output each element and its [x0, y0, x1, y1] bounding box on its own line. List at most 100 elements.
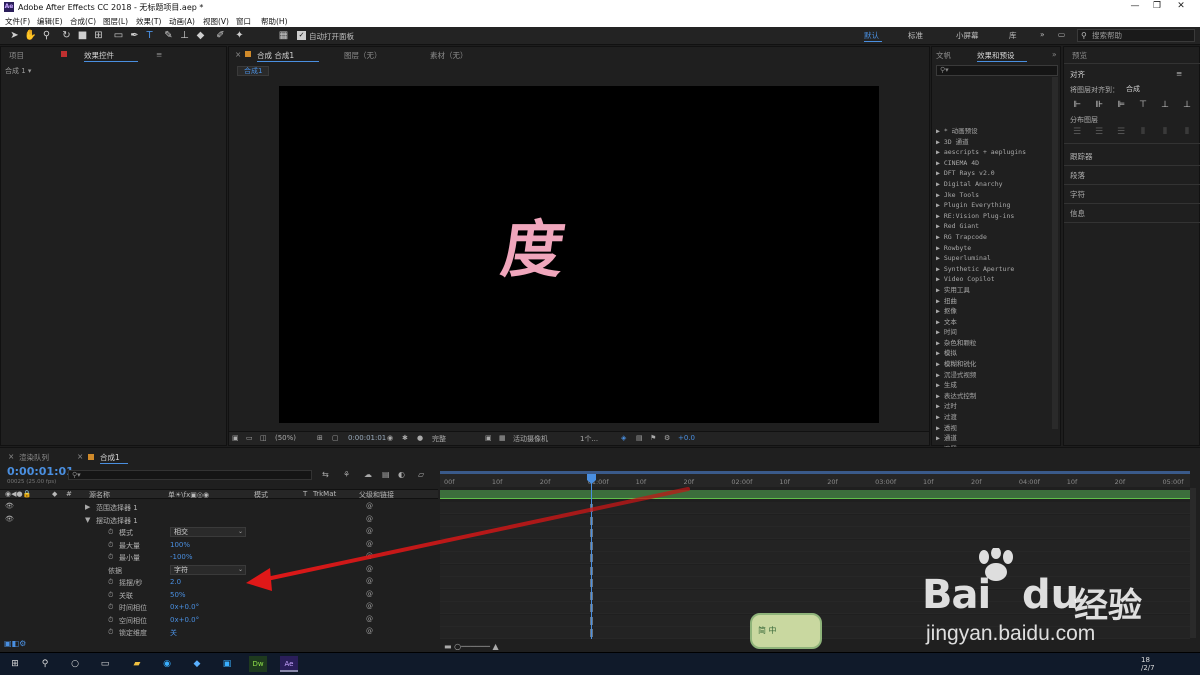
stopwatch-icon[interactable]: ⏱	[108, 628, 113, 637]
snapping-icon[interactable]: ▦	[277, 29, 290, 42]
effects-category-item[interactable]: ▶ 扭曲	[936, 296, 1052, 307]
close-render-icon[interactable]: ×	[8, 452, 14, 461]
effects-search-input[interactable]: ⚲▾	[936, 65, 1058, 76]
zoom-tool-icon[interactable]: ⚲	[40, 29, 53, 42]
search-help-input[interactable]: 搜索帮助	[1077, 29, 1195, 42]
after-effects-icon[interactable]: Ae	[280, 656, 298, 672]
puppet-tool-icon[interactable]: ✦	[233, 29, 246, 42]
distribute-right-icon[interactable]: ⦀	[1182, 127, 1192, 137]
pan-behind-tool-icon[interactable]: ⊞	[92, 29, 105, 42]
timeline-property-row[interactable]: ⏱ 空间相位 0x+0.0° @	[0, 615, 438, 628]
property-dropdown[interactable]: 字符	[170, 564, 246, 575]
effects-category-item[interactable]: ▶ RG Trapcode	[936, 232, 1052, 243]
quality-dropdown[interactable]: 完整	[432, 434, 446, 444]
layer-duration-bar[interactable]	[440, 490, 1190, 499]
effects-category-item[interactable]: ▶ Synthetic Aperture	[936, 264, 1052, 275]
property-value[interactable]: 0x+0.0°	[170, 616, 199, 624]
effects-scrollbar[interactable]	[1052, 77, 1058, 429]
effects-category-item[interactable]: ▶ 生成	[936, 380, 1052, 391]
windows-icon[interactable]: ⊞	[6, 656, 24, 672]
property-value[interactable]: 50%	[170, 591, 186, 599]
property-value[interactable]: -100%	[170, 553, 193, 561]
rotate-tool-icon[interactable]: ↻	[60, 29, 73, 42]
workspace-default[interactable]: 默认	[864, 30, 879, 41]
graph-editor-icon[interactable]: ▱	[418, 470, 424, 479]
effects-category-item[interactable]: ▶ Jke Tools	[936, 190, 1052, 201]
maximize-icon[interactable]: ❐	[1150, 1, 1164, 13]
distribute-left-icon[interactable]: ⦀	[1138, 127, 1148, 137]
align-vcenter-icon[interactable]: ⊥	[1160, 100, 1170, 110]
tab-effect-controls[interactable]: 效果控件	[84, 50, 114, 61]
align-bottom-icon[interactable]: ⊥	[1182, 100, 1192, 110]
property-dropdown[interactable]: 相交	[170, 527, 246, 537]
pickwhip-icon[interactable]: @	[366, 602, 373, 610]
pickwhip-icon[interactable]: @	[366, 565, 373, 573]
camera-dropdown[interactable]: 活动摄像机	[513, 434, 548, 444]
effects-category-item[interactable]: ▶ Rowbyte	[936, 243, 1052, 254]
tab-project[interactable]: 项目	[9, 50, 24, 61]
visibility-eye-icon[interactable]: 👁	[5, 515, 14, 523]
effects-category-item[interactable]: ▶ 过时	[936, 401, 1052, 412]
grid-icon[interactable]: ⊞	[317, 434, 323, 442]
align-left-icon[interactable]: ⊩	[1072, 100, 1082, 110]
stopwatch-icon[interactable]: ⏱	[108, 578, 113, 587]
task-view-icon[interactable]: ▭	[96, 656, 114, 672]
effects-category-item[interactable]: ▶ Superluminal	[936, 253, 1052, 264]
search-icon[interactable]: ⚲	[36, 656, 54, 672]
tab-timeline-comp[interactable]: 合成1	[100, 452, 120, 463]
effects-category-item[interactable]: ▶ Plugin Everything	[936, 200, 1052, 211]
snapshot-icon[interactable]: ◉	[387, 434, 393, 442]
effects-category-item[interactable]: ▶ 3D 通道	[936, 137, 1052, 148]
pickwhip-icon[interactable]: @	[366, 527, 373, 535]
flowchart-icon[interactable]: ⚑	[650, 434, 656, 442]
timeline-property-row[interactable]: 👁 ▶ 范围选择器 1 @	[0, 502, 438, 515]
effects-category-item[interactable]: ▶ CINEMA 4D	[936, 158, 1052, 169]
menu-composition[interactable]: 合成(C)	[70, 16, 96, 27]
pickwhip-icon[interactable]: @	[366, 590, 373, 598]
visibility-eye-icon[interactable]: 👁	[5, 502, 14, 510]
panel-more-icon[interactable]: »	[1052, 50, 1057, 59]
camera-tool-icon[interactable]: ■	[76, 29, 89, 42]
qq-browser-icon[interactable]: ◉	[158, 656, 176, 672]
pickwhip-icon[interactable]: @	[366, 515, 373, 523]
effects-category-item[interactable]: ▶ 时间	[936, 327, 1052, 338]
file-explorer-icon[interactable]: ▰	[128, 656, 146, 672]
tab-composition[interactable]: 合成 合成1	[257, 50, 294, 61]
pickwhip-icon[interactable]: @	[366, 540, 373, 548]
menu-layer[interactable]: 图层(L)	[103, 16, 128, 27]
stopwatch-icon[interactable]: ⏱	[108, 553, 113, 562]
property-value[interactable]: 关	[170, 628, 177, 638]
zoom-slider[interactable]: ▬ ○────── ▲	[444, 642, 499, 651]
channel-icon[interactable]: ●	[417, 434, 423, 442]
tab-preview[interactable]: 预览	[1072, 50, 1087, 61]
effects-category-item[interactable]: ▶ * 动画预设	[936, 126, 1052, 137]
align-right-icon[interactable]: ⊫	[1116, 100, 1126, 110]
effects-category-item[interactable]: ▶ aescripts + aeplugins	[936, 147, 1052, 158]
timeline-bottom-icons[interactable]: ▣◧⚙	[4, 639, 26, 648]
effects-category-item[interactable]: ▶ Red Giant	[936, 221, 1052, 232]
keyframe-track[interactable]	[440, 527, 1190, 539]
effects-category-item[interactable]: ▶ 实用工具	[936, 285, 1052, 296]
dreamweaver-icon[interactable]: Dw	[249, 656, 267, 672]
effects-category-item[interactable]: ▶ Digital Anarchy	[936, 179, 1052, 190]
app-icon[interactable]: ▣	[218, 656, 236, 672]
clone-stamp-tool-icon[interactable]: ⊥	[178, 29, 191, 42]
pen-tool-icon[interactable]: ✒	[128, 29, 141, 42]
mask-icon[interactable]: ◫	[260, 434, 267, 442]
section-paragraph[interactable]: 段落	[1070, 170, 1085, 181]
playhead-line[interactable]	[591, 474, 592, 639]
stopwatch-icon[interactable]: ⏱	[108, 541, 113, 550]
panel-menu-icon[interactable]: ≡	[156, 50, 162, 59]
effects-category-item[interactable]: ▶ 杂色和颗粒	[936, 338, 1052, 349]
align-hcenter-icon[interactable]: ⊪	[1094, 100, 1104, 110]
menu-animation[interactable]: 动画(A)	[169, 16, 195, 27]
stopwatch-icon[interactable]: ⏱	[108, 603, 113, 612]
effects-category-item[interactable]: ▶ 沉浸式视频	[936, 370, 1052, 381]
source-name-header[interactable]: 源名称	[89, 490, 110, 500]
minimize-icon[interactable]: —	[1128, 1, 1142, 13]
menu-edit[interactable]: 编辑(E)	[37, 16, 63, 27]
comp-breadcrumb-tab[interactable]: 合成1	[237, 66, 270, 76]
hand-tool-icon[interactable]: ✋	[24, 29, 37, 42]
close-viewer-icon[interactable]: ×	[235, 50, 241, 59]
selection-tool-icon[interactable]: ➤	[8, 29, 21, 42]
